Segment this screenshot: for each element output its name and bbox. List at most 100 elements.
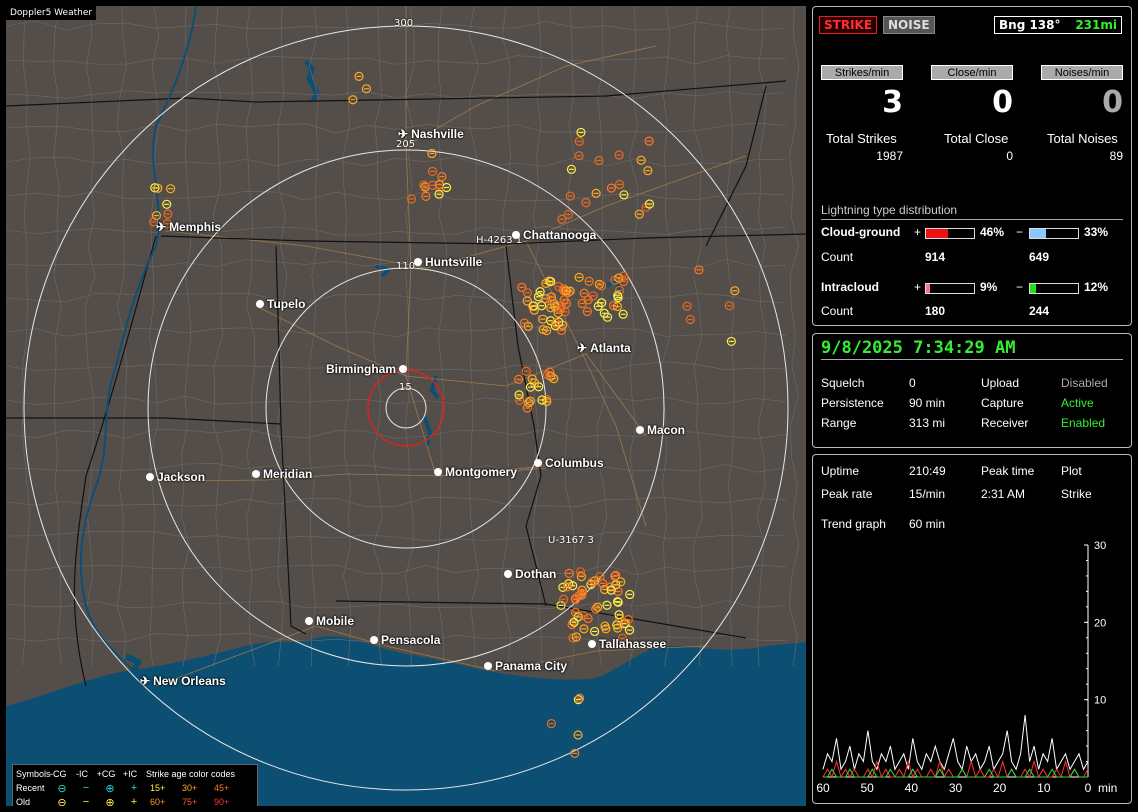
strike-marker (514, 374, 524, 384)
trend-graph-label: Trend graph (821, 517, 886, 531)
y-tick-label: 30 (1094, 540, 1106, 552)
cg-plus-count: 914 (925, 250, 946, 264)
airport-icon: ✈ (140, 674, 151, 688)
ic-plus-bar (925, 283, 975, 294)
symbol-legend: Symbols -CG -IC +CG +IC Strike age color… (12, 764, 258, 806)
county-line (693, 6, 703, 667)
cg-minus-percent: 33% (1084, 225, 1109, 239)
mississippi-river (79, 6, 197, 697)
lightning-map[interactable]: Doppler5 Weather 300 205 110 15 H-4263 1… (6, 6, 806, 806)
legend-recent-row: Recent ⊖ − ⊕ + 15+ 30+ 45+ (16, 782, 230, 795)
legend-old-row: Old ⊖ − ⊕ + 60+ 75+ 90+ (16, 795, 254, 806)
strike-marker (577, 298, 587, 309)
map-title: Doppler5 Weather (6, 6, 97, 20)
county-line (6, 191, 787, 202)
persistence-value: 90 min (909, 396, 946, 410)
intracloud-label: Intracloud (821, 280, 880, 294)
strike-marker (557, 214, 567, 224)
highway-label: U-3167 3 (548, 535, 594, 546)
ic-count-label: Count (821, 304, 854, 318)
receiver-value[interactable]: Enabled (1061, 416, 1105, 430)
atlantic-edge (766, 406, 806, 586)
cg-minus-bar-fill (1030, 229, 1046, 238)
county-line (372, 6, 383, 667)
strike-marker (726, 336, 736, 347)
city-dothan: Dothan (504, 567, 556, 581)
cg-plus-sign: + (914, 225, 922, 239)
upload-label: Upload (981, 376, 1020, 390)
city-dot-icon (252, 470, 260, 478)
total-close-value: 0 (1006, 149, 1013, 163)
map-canvas[interactable] (6, 6, 806, 806)
y-tick-label: 20 (1094, 617, 1106, 629)
y-tick-label: 10 (1094, 695, 1106, 707)
county-line (725, 6, 735, 667)
ic-minus-count: 244 (1029, 304, 1050, 318)
county-line (6, 156, 787, 167)
strike-marker (624, 625, 635, 635)
city-chattanooga: Chattanooga (512, 228, 596, 242)
strike-marker (593, 602, 603, 612)
city-atlanta: ✈ Atlanta (577, 341, 631, 355)
total-strikes-value: 1987 (876, 149, 903, 163)
strike-marker (643, 166, 653, 176)
ic-plus-count: 180 (925, 304, 946, 318)
strike-marker (591, 604, 601, 614)
ring-label-300: 300 (394, 18, 414, 29)
ic-minus-percent: 12% (1084, 280, 1109, 294)
strike-marker (582, 306, 592, 317)
minus-cg-icon: ⊖ (57, 796, 67, 807)
county-line (404, 6, 415, 667)
ring-label-110: 110 (396, 261, 416, 272)
strike-marker (406, 194, 417, 204)
x-tick-label: 30 (949, 781, 963, 795)
strike-marker (579, 624, 589, 634)
strike-marker (619, 190, 629, 200)
strike-marker (694, 265, 704, 275)
plus-ic-icon: + (130, 782, 138, 794)
noise-indicator[interactable]: NOISE (883, 16, 935, 34)
squelch-value: 0 (909, 376, 916, 390)
uptime-value: 210:49 (909, 464, 946, 478)
x-tick-label: 60 (816, 781, 830, 795)
city-meridian: Meridian (252, 467, 312, 481)
city-columbus: Columbus (534, 456, 604, 470)
city-dot-icon (146, 473, 154, 481)
strike-indicator[interactable]: STRIKE (819, 16, 878, 34)
city-dot-icon (484, 662, 492, 670)
city-dot-icon (636, 426, 644, 434)
settings-panel: 9/8/2025 7:34:29 AM Squelch 0 Upload Dis… (812, 333, 1132, 448)
squelch-label: Squelch (821, 376, 865, 390)
plus-cg-icon: ⊕ (105, 782, 115, 795)
cg-plus-bar-fill (926, 229, 949, 238)
current-datetime: 9/8/2025 7:34:29 AM (821, 338, 1016, 358)
total-noises-label: Total Noises (1047, 131, 1118, 146)
city-dot-icon (434, 468, 442, 476)
strike-marker (724, 301, 734, 311)
total-close-label: Total Close (944, 131, 1009, 146)
strike-stats-panel: STRIKE NOISE Bng 138° 231mi Strikes/min … (812, 6, 1132, 326)
capture-value[interactable]: Active (1061, 396, 1094, 410)
trend-graph-value[interactable]: 60 min (909, 517, 945, 531)
county-line (6, 292, 787, 304)
strike-marker (162, 199, 172, 209)
ic-plus-sign: + (914, 280, 922, 294)
strike-marker (514, 390, 524, 400)
receiver-label: Receiver (981, 416, 1029, 430)
county-line (245, 6, 256, 667)
strike-marker (614, 179, 625, 190)
upload-value[interactable]: Disabled (1061, 376, 1108, 390)
strike-marker (576, 127, 586, 138)
strike-marker (535, 287, 545, 297)
ic-minus-bar (1029, 283, 1079, 294)
minus-ic-icon: − (82, 796, 90, 806)
city-new-orleans: ✈ New Orleans (140, 674, 226, 688)
cg-minus-sign: − (1016, 225, 1024, 239)
cg-minus-count: 649 (1029, 250, 1050, 264)
county-line (789, 6, 800, 667)
airport-icon: ✈ (577, 341, 588, 355)
peak-time-value: 2:31 AM (981, 487, 1026, 501)
airport-icon: ✈ (156, 220, 167, 234)
plot-value[interactable]: Strike (1061, 487, 1092, 501)
city-huntsville: Huntsville (414, 255, 482, 269)
